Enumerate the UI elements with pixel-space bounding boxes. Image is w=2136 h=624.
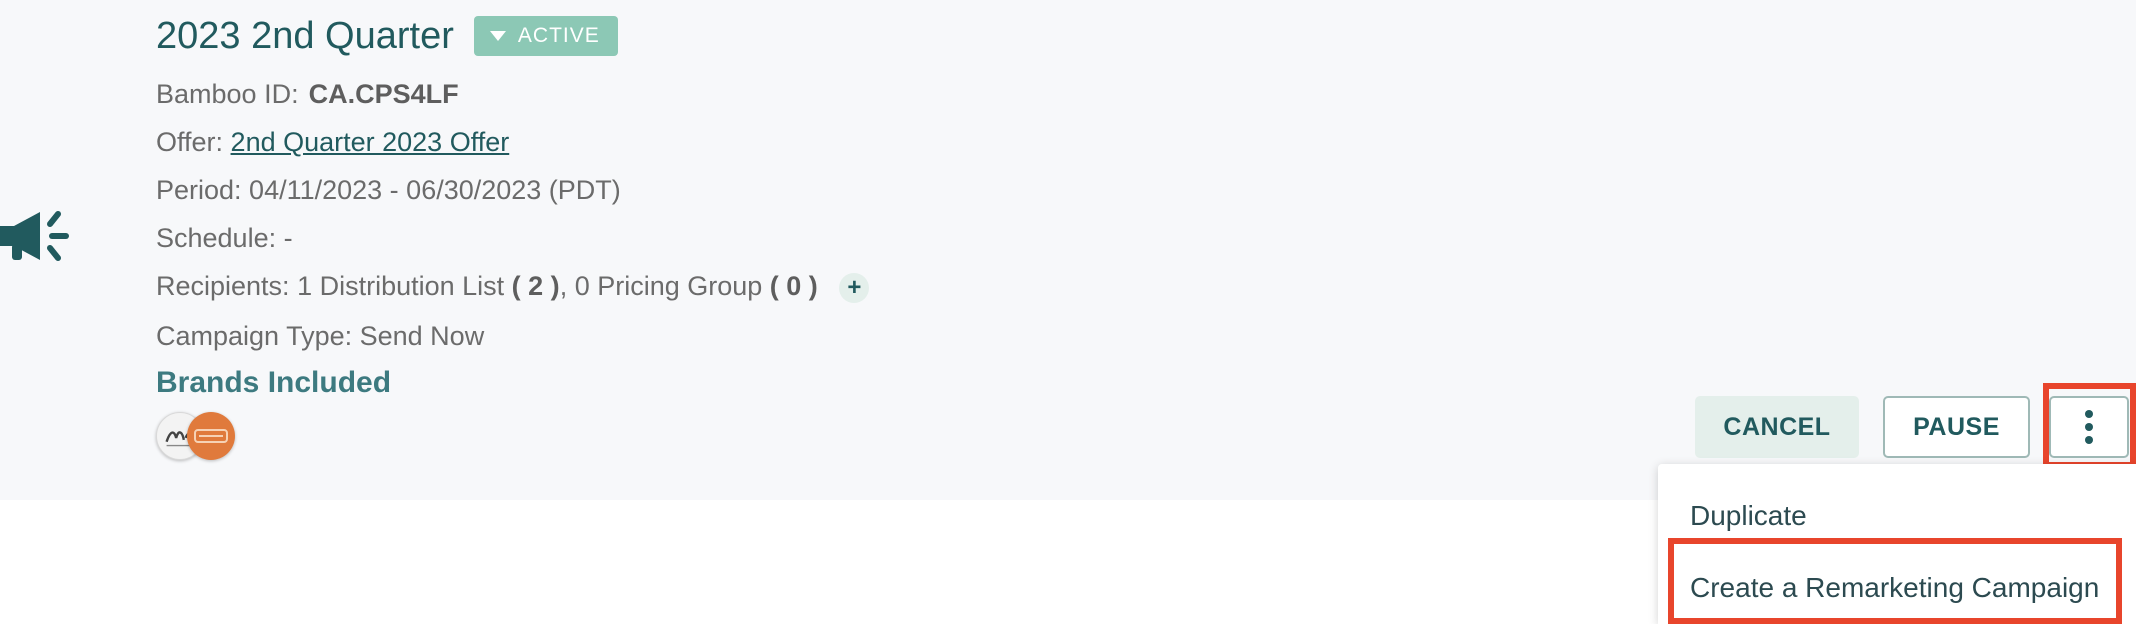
pause-button[interactable]: PAUSE [1883, 396, 2030, 458]
cancel-button[interactable]: CANCEL [1695, 396, 1859, 458]
offer-link[interactable]: 2nd Quarter 2023 Offer [231, 127, 510, 157]
recipients-distribution-text: Recipients: 1 Distribution List [156, 271, 505, 301]
kebab-menu-icon [2085, 410, 2093, 444]
offer-label: Offer: [156, 127, 224, 157]
campaign-type-row: Campaign Type: Send Now [156, 321, 485, 351]
schedule-row: Schedule: - [156, 223, 293, 253]
add-recipients-button[interactable]: + [839, 272, 870, 303]
bamboo-id-value: CA.CPS4LF [308, 79, 459, 109]
bamboo-id-label: Bamboo ID: [156, 79, 299, 109]
caret-down-icon [489, 31, 506, 41]
menu-item-duplicate[interactable]: Duplicate [1690, 500, 1807, 532]
pricing-group-count: ( 0 ) [769, 271, 818, 301]
campaign-title: 2023 2nd Quarter [156, 14, 454, 57]
period-row: Period: 04/11/2023 - 06/30/2023 (PDT) [156, 175, 621, 205]
brand-logo-2 [187, 412, 235, 460]
recipients-pricing-text: , 0 Pricing Group [559, 271, 763, 301]
bamboo-id-row: Bamboo ID: CA.CPS4LF [156, 77, 459, 111]
more-options-button[interactable] [2049, 396, 2129, 458]
distribution-list-count: ( 2 ) [511, 271, 560, 301]
campaign-card: 2023 2nd Quarter ACTIVE Bamboo ID: CA.CPS… [0, 0, 2136, 500]
menu-item-create-remarketing-campaign[interactable]: Create a Remarketing Campaign [1690, 572, 2099, 604]
recipients-row: Recipients: 1 Distribution List ( 2 ), 0… [156, 269, 870, 303]
status-badge[interactable]: ACTIVE [473, 16, 618, 56]
offer-row: Offer: 2nd Quarter 2023 Offer [156, 125, 509, 159]
title-row: 2023 2nd Quarter ACTIVE [156, 12, 618, 60]
more-options-menu: Duplicate Create a Remarketing Campaign [1658, 464, 2136, 624]
brands-included-heading: Brands Included [156, 366, 392, 399]
status-label: ACTIVE [517, 24, 600, 47]
megaphone-icon [0, 211, 69, 261]
plus-icon: + [847, 273, 862, 301]
